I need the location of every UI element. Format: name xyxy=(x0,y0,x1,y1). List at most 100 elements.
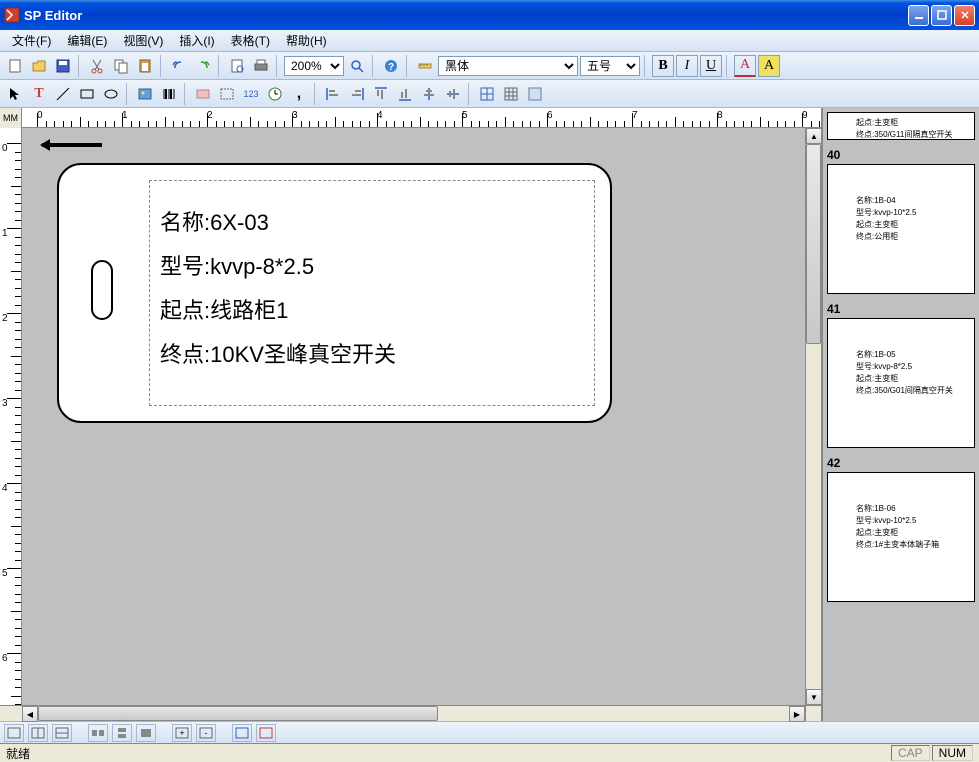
print-preview-button[interactable] xyxy=(226,55,248,77)
font-color-button[interactable]: A xyxy=(734,55,756,77)
underline-button[interactable]: U xyxy=(700,55,722,77)
label-text-area[interactable]: 名称:6X-03 型号:kvvp-8*2.5 起点:线路柜1 终点:10KV圣峰… xyxy=(149,180,595,406)
label-line-2[interactable]: 型号:kvvp-8*2.5 xyxy=(160,245,584,289)
minimize-button[interactable] xyxy=(908,5,929,26)
help-button[interactable]: ? xyxy=(380,55,402,77)
italic-button[interactable]: I xyxy=(676,55,698,77)
thumbnail-item[interactable]: 41 名称:1B-05型号:kvvp-8*2.5起点:主变柜终点:350/G01间… xyxy=(827,302,975,448)
paste-button[interactable] xyxy=(134,55,156,77)
ellipse-tool[interactable] xyxy=(100,83,122,105)
align-center-h-button[interactable] xyxy=(418,83,440,105)
print-direction-arrow xyxy=(42,143,102,147)
pointer-tool[interactable] xyxy=(4,83,26,105)
thumbnail-panel[interactable]: 起点:主变柜终点:350/G11间隔真空开关 40名称:1B-04型号:kvvp-… xyxy=(821,108,979,721)
merge-btn-2[interactable] xyxy=(112,724,132,742)
svg-text:-: - xyxy=(205,728,208,738)
redo-button[interactable] xyxy=(192,55,214,77)
line-tool[interactable] xyxy=(52,83,74,105)
app-icon xyxy=(4,7,20,23)
layout-btn-1[interactable] xyxy=(4,724,24,742)
group-btn-1[interactable]: + xyxy=(172,724,192,742)
layout-btn-2[interactable] xyxy=(28,724,48,742)
copy-button[interactable] xyxy=(110,55,132,77)
menu-view[interactable]: 视图(V) xyxy=(115,30,171,51)
thumbnail-card[interactable]: 名称:1B-05型号:kvvp-8*2.5起点:主变柜终点:350/G01间隔真… xyxy=(827,318,975,448)
ruler-unit: MM xyxy=(0,108,22,128)
thumbnail-item[interactable]: 40名称:1B-04型号:kvvp-10*2.5起点:主变柜终点:公用柜 xyxy=(827,148,975,294)
scroll-up-button[interactable]: ▲ xyxy=(806,128,821,144)
grid-button[interactable] xyxy=(476,83,498,105)
workspace: MM 0123456789 01234567 名称:6X-03 型号:kvvp-… xyxy=(0,108,979,721)
ruler-horizontal[interactable]: 0123456789 xyxy=(22,108,821,127)
close-button[interactable] xyxy=(954,5,975,26)
align-center-v-button[interactable] xyxy=(442,83,464,105)
image-tool[interactable] xyxy=(134,83,156,105)
group-btn-2[interactable]: - xyxy=(196,724,216,742)
toolbar-draw: T 123 , xyxy=(0,80,979,108)
variable-tool[interactable] xyxy=(192,83,214,105)
font-combo[interactable]: 黑体 xyxy=(438,56,578,76)
label-line-1[interactable]: 名称:6X-03 xyxy=(160,201,584,245)
comma-tool[interactable]: , xyxy=(288,83,310,105)
scrollbar-vertical[interactable]: ▲ ▼ xyxy=(805,128,821,705)
table-button[interactable] xyxy=(500,83,522,105)
undo-button[interactable] xyxy=(168,55,190,77)
bold-button[interactable]: B xyxy=(652,55,674,77)
thumbnail-item[interactable]: 42名称:1B-06型号:kvvp-10*2.5起点:主变柜终点:1#主变本体端… xyxy=(827,456,975,602)
label-hole xyxy=(91,260,113,320)
label-line-3[interactable]: 起点:线路柜1 xyxy=(160,289,584,333)
new-button[interactable] xyxy=(4,55,26,77)
datetime-tool[interactable] xyxy=(264,83,286,105)
form-button[interactable] xyxy=(524,83,546,105)
lock-btn-2[interactable] xyxy=(256,724,276,742)
scroll-right-button[interactable]: ▶ xyxy=(789,706,805,722)
barcode-tool[interactable] xyxy=(158,83,180,105)
zoom-tool-button[interactable] xyxy=(346,55,368,77)
align-right-button[interactable] xyxy=(346,83,368,105)
label-card[interactable]: 名称:6X-03 型号:kvvp-8*2.5 起点:线路柜1 终点:10KV圣峰… xyxy=(57,163,612,423)
thumbnail-card[interactable]: 名称:1B-06型号:kvvp-10*2.5起点:主变柜终点:1#主变本体端子箱 xyxy=(827,472,975,602)
bottom-toolbar: + - xyxy=(0,721,979,743)
select-area-tool[interactable] xyxy=(216,83,238,105)
counter-tool[interactable]: 123 xyxy=(240,83,262,105)
ruler-vertical[interactable]: 01234567 xyxy=(0,128,22,705)
editor-area: MM 0123456789 01234567 名称:6X-03 型号:kvvp-… xyxy=(0,108,821,721)
size-combo[interactable]: 五号 xyxy=(580,56,640,76)
align-top-button[interactable] xyxy=(370,83,392,105)
rect-tool[interactable] xyxy=(76,83,98,105)
thumbnail-card[interactable]: 起点:主变柜终点:350/G11间隔真空开关 xyxy=(827,112,975,140)
window-title: SP Editor xyxy=(24,8,908,23)
scroll-left-button[interactable]: ◀ xyxy=(22,706,38,722)
menu-table[interactable]: 表格(T) xyxy=(223,30,278,51)
align-left-button[interactable] xyxy=(322,83,344,105)
ruler-top: MM 0123456789 xyxy=(0,108,821,128)
highlight-button[interactable]: A xyxy=(758,55,780,77)
save-button[interactable] xyxy=(52,55,74,77)
menu-edit[interactable]: 编辑(E) xyxy=(59,30,115,51)
print-button[interactable] xyxy=(250,55,272,77)
menu-help[interactable]: 帮助(H) xyxy=(278,30,335,51)
maximize-button[interactable] xyxy=(931,5,952,26)
scrollbar-horizontal[interactable]: ◀ ▶ xyxy=(0,705,821,721)
thumbnail-number: 41 xyxy=(827,302,975,316)
thumbnail-item[interactable]: 起点:主变柜终点:350/G11间隔真空开关 xyxy=(827,112,975,140)
text-tool[interactable]: T xyxy=(28,83,50,105)
cut-button[interactable] xyxy=(86,55,108,77)
ruler-toggle-button[interactable] xyxy=(414,55,436,77)
zoom-combo[interactable]: 200% xyxy=(284,56,344,76)
menu-file[interactable]: 文件(F) xyxy=(4,30,59,51)
thumbnail-card[interactable]: 名称:1B-04型号:kvvp-10*2.5起点:主变柜终点:公用柜 xyxy=(827,164,975,294)
open-button[interactable] xyxy=(28,55,50,77)
lock-btn-1[interactable] xyxy=(232,724,252,742)
scroll-down-button[interactable]: ▼ xyxy=(806,689,821,705)
status-num: NUM xyxy=(932,745,973,761)
canvas[interactable]: 名称:6X-03 型号:kvvp-8*2.5 起点:线路柜1 终点:10KV圣峰… xyxy=(22,128,805,705)
merge-btn-3[interactable] xyxy=(136,724,156,742)
label-line-4[interactable]: 终点:10KV圣峰真空开关 xyxy=(160,333,584,377)
align-bottom-button[interactable] xyxy=(394,83,416,105)
menu-insert[interactable]: 插入(I) xyxy=(171,30,222,51)
window-controls xyxy=(908,5,975,26)
merge-btn-1[interactable] xyxy=(88,724,108,742)
menubar: 文件(F) 编辑(E) 视图(V) 插入(I) 表格(T) 帮助(H) xyxy=(0,30,979,52)
layout-btn-3[interactable] xyxy=(52,724,72,742)
